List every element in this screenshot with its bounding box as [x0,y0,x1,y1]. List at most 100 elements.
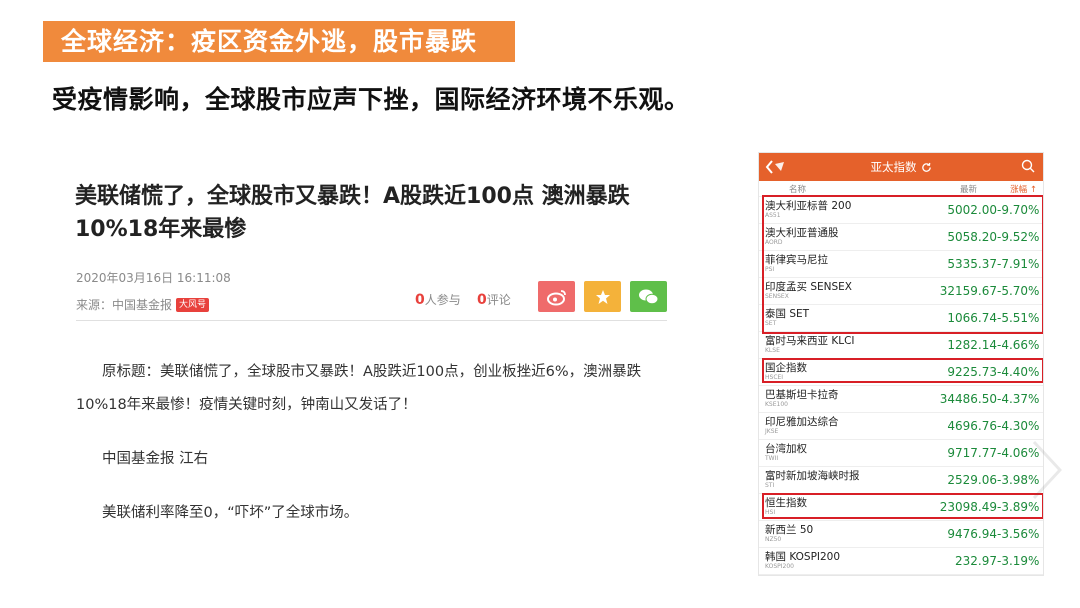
index-change: -3.56% [997,527,1040,541]
article-paragraph: 中国基金报 江右 [102,451,209,467]
index-code: NZ50 [765,536,782,544]
index-price: 9225.73 [947,365,997,379]
index-price: 2529.06 [947,473,997,487]
index-code: KOSPI200 [765,563,794,571]
comments-label: 评论 [486,293,511,307]
market-table-row[interactable]: 澳大利亚普通股 AORD 5058.20 -9.52% [759,224,1043,251]
market-table-screenshot: 亚太指数 名称 最新 涨幅 ↑ 澳大利亚标普 200 AS51 5002.00 -9.… [758,152,1044,576]
weibo-icon [546,289,566,305]
index-name: 澳大利亚普通股 [765,226,839,239]
index-change: -5.70% [997,284,1040,298]
index-name: 新西兰 50 [765,523,814,536]
wechat-icon [638,289,658,304]
index-price: 5002.00 [947,203,997,217]
index-code: KLSE [765,347,780,355]
index-code: AS51 [765,212,781,220]
share-wechat-button[interactable] [630,281,667,312]
column-price[interactable]: 最新 [915,183,977,195]
comments-stat[interactable]: 0评论 [477,291,511,308]
index-code: TWII [765,455,779,463]
index-code: SENSEX [765,293,789,301]
decorative-chevron [1032,440,1062,500]
share-favorite-button[interactable] [584,281,621,312]
star-icon [595,289,610,304]
index-price: 4696.76 [947,419,997,433]
market-table-column-headers: 名称 最新 涨幅 ↑ [759,181,1043,197]
index-name: 菲律宾马尼拉 [765,253,828,266]
index-price: 23098.49 [939,500,997,514]
index-code: HSI [765,509,776,517]
index-price: 32159.67 [939,284,997,298]
index-name: 恒生指数 [765,496,807,509]
article-paragraph: 美联储利率降至0，“吓坏”了全球市场。 [102,505,359,521]
column-change[interactable]: 涨幅 ↑ [977,183,1037,195]
index-name-cell: 印度孟买 SENSEX SENSEX [759,282,909,301]
index-change: -4.40% [997,365,1040,379]
comments-count: 0 [477,292,487,308]
source-badge: 大风号 [176,297,210,312]
index-code: PSI [765,266,775,274]
index-price: 34486.50 [939,392,997,406]
market-table-row[interactable]: 巴基斯坦卡拉奇 KSE100 34486.50 -4.37% [759,386,1043,413]
column-change-label: 涨幅 [1010,184,1028,195]
market-table-row[interactable]: 印度孟买 SENSEX SENSEX 32159.67 -5.70% [759,278,1043,305]
index-code: KSE100 [765,401,788,409]
index-price: 232.97 [955,554,997,568]
market-table-row[interactable]: 富时马来西亚 KLCI KLSE 1282.14 -4.66% [759,332,1043,359]
index-name-cell: 菲律宾马尼拉 PSI [759,255,909,274]
market-table-row[interactable]: 泰国 SET SET 1066.74 -5.51% [759,305,1043,332]
index-code: STI [765,482,775,490]
index-code: AORD [765,239,783,247]
market-table-row[interactable]: 恒生指数 HSI 23098.49 -3.89% [759,494,1043,521]
index-change: -4.66% [997,338,1040,352]
market-table-row[interactable]: 富时新加坡海峡时报 STI 2529.06 -3.98% [759,467,1043,494]
index-name: 韩国 KOSPI200 [765,550,841,563]
market-table-row[interactable]: 韩国 KOSPI200 KOSPI200 232.97 -3.19% [759,548,1043,575]
index-change: -5.51% [997,311,1040,325]
article-headline: 美联储慌了，全球股市又暴跌！A股跌近100点 澳洲暴跌10%18年来最惨 [75,184,630,242]
index-code: SET [765,320,777,328]
index-change: -3.98% [997,473,1040,487]
index-change: -9.52% [997,230,1040,244]
column-name: 名称 [789,184,807,195]
index-price: 1066.74 [947,311,997,325]
index-change: -4.30% [997,419,1040,433]
index-price: 9476.94 [947,527,997,541]
index-price: 9717.77 [947,446,997,460]
index-price: 5058.20 [947,230,997,244]
market-table-row[interactable]: 台湾加权 TWII 9717.77 -4.06% [759,440,1043,467]
article-paragraph: 原标题：美联储慌了，全球股市又暴跌！A股跌近100点，创业板挫近6%，澳洲暴跌1… [76,364,642,413]
article-date: 2020年03月16日 16:11:08 [76,271,231,285]
market-table-row[interactable]: 澳大利亚标普 200 AS51 5002.00 -9.70% [759,197,1043,224]
search-icon[interactable] [1021,159,1035,176]
share-weibo-button[interactable] [538,281,575,312]
market-table-row[interactable]: 国企指数 HSCEI 9225.73 -4.40% [759,359,1043,386]
back-icon[interactable] [765,158,787,179]
index-name: 泰国 SET [765,307,810,320]
index-name-cell: 富时马来西亚 KLCI KLSE [759,336,909,355]
market-table-row[interactable]: 新西兰 50 NZ50 9476.94 -3.56% [759,521,1043,548]
index-change: -3.89% [997,500,1040,514]
market-table-row[interactable]: 印尼雅加达综合 JKSE 4696.76 -4.30% [759,413,1043,440]
index-name-cell: 印尼雅加达综合 JKSE [759,417,909,436]
index-name-cell: 巴基斯坦卡拉奇 KSE100 [759,390,909,409]
market-table-row[interactable]: 菲律宾马尼拉 PSI 5335.37 -7.91% [759,251,1043,278]
index-name-cell: 富时新加坡海峡时报 STI [759,471,909,490]
index-name-cell: 澳大利亚普通股 AORD [759,228,909,247]
slide-title: 全球经济：疫区资金外逃，股市暴跌 [43,21,515,62]
index-price: 1282.14 [947,338,997,352]
index-name: 巴基斯坦卡拉奇 [765,388,839,401]
index-name-cell: 恒生指数 HSI [759,498,909,517]
refresh-icon[interactable] [921,162,932,173]
index-name-cell: 新西兰 50 NZ50 [759,525,909,544]
index-change: -3.19% [997,554,1040,568]
index-name: 国企指数 [765,361,807,374]
market-table-rows: 澳大利亚标普 200 AS51 5002.00 -9.70% 澳大利亚普通股 AORD 50… [759,197,1043,575]
index-name-cell: 韩国 KOSPI200 KOSPI200 [759,552,909,571]
index-code: JKSE [765,428,779,436]
index-name: 澳大利亚标普 200 [765,199,852,212]
index-change: -4.37% [997,392,1040,406]
participants-label: 人参与 [424,293,461,307]
participants-count: 0 [415,292,425,308]
index-name-cell: 台湾加权 TWII [759,444,909,463]
